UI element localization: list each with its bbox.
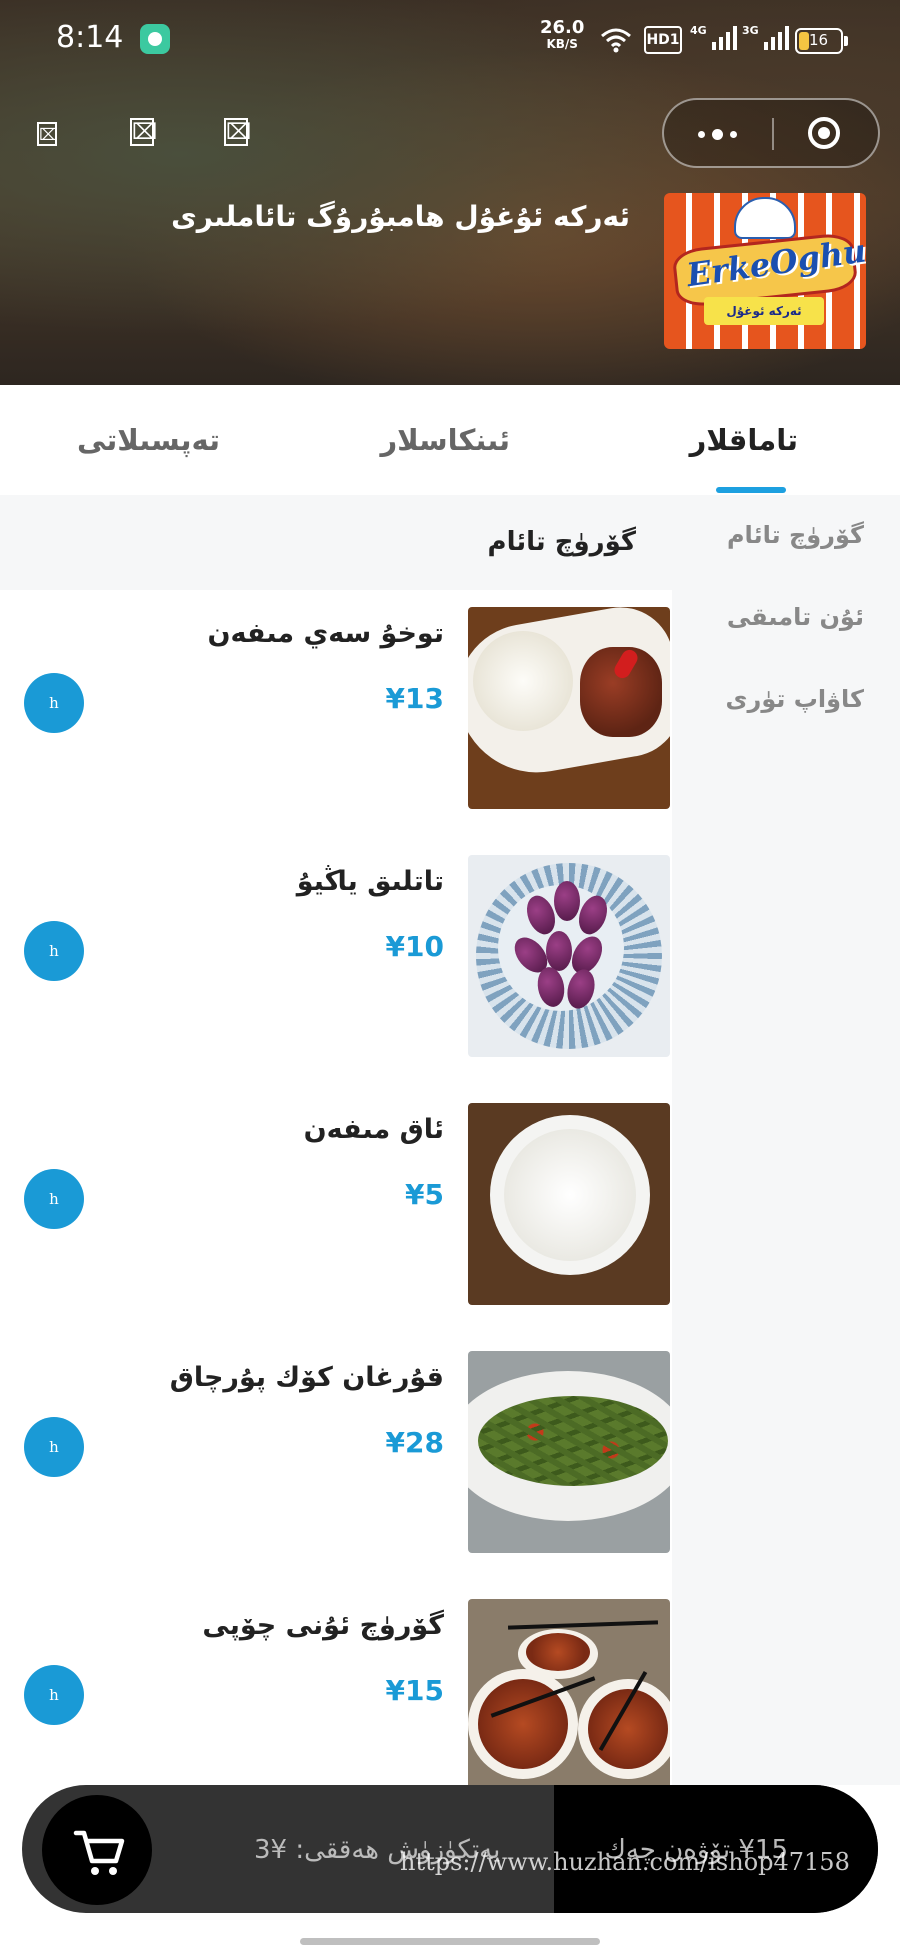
list-item[interactable]: ئاق مىفەن ¥5 h (0, 1086, 672, 1305)
active-tab-indicator (716, 487, 786, 493)
wifi-icon (600, 24, 634, 56)
product-image[interactable] (468, 1351, 670, 1553)
product-image[interactable] (468, 607, 670, 809)
add-to-cart-button[interactable]: h (24, 673, 84, 733)
exit-miniprogram-icon[interactable] (808, 117, 840, 149)
more-icon[interactable] (698, 122, 758, 146)
network-speed-unit: KB/S (546, 37, 578, 51)
add-to-cart-button[interactable]: h (24, 1665, 84, 1725)
category-rice[interactable]: گۆرۈچ تائام (727, 521, 864, 549)
product-image[interactable] (468, 855, 670, 1057)
watermark: https://www.huzhan.com/ishop47158 (400, 1848, 850, 1876)
product-price: ¥13 (385, 682, 444, 715)
list-item[interactable]: تاتلىق ياڭيۇ ¥10 h (0, 838, 672, 1057)
product-name: گۆرۈچ ئۇنى چۆپى (202, 1610, 444, 1641)
cart-button[interactable] (42, 1795, 152, 1905)
chef-hat-icon (734, 197, 796, 239)
product-name: تاتلىق ياڭيۇ (296, 866, 444, 897)
logo-subtext: ئەركە ئوغۇل (704, 297, 824, 325)
hd-icon: HD1 (644, 26, 682, 54)
list-item[interactable]: توخۇ سەي مىفەن ¥13 h (0, 590, 672, 809)
add-to-cart-button[interactable]: h (24, 1169, 84, 1229)
miniprogram-capsule (662, 98, 880, 168)
product-name: قۇرغان كۆك پۇرچاق (169, 1362, 444, 1393)
category-noodles[interactable]: ئۇن تامىقى (727, 603, 864, 631)
tab-bar: تاماقلار ئىنكاسلار تەپسىلاتى (0, 385, 900, 496)
list-item[interactable]: گۆرۈچ ئۇنى چۆپى ¥15 h (0, 1582, 672, 1785)
cart-icon (73, 1830, 125, 1875)
product-list: گۆرۈچ تائام توخۇ سەي مىفەن ¥13 h تاتلىق … (0, 495, 672, 1785)
add-to-cart-button[interactable]: h (24, 1417, 84, 1477)
product-price: ¥5 (405, 1178, 444, 1211)
add-to-cart-button[interactable]: h (24, 921, 84, 981)
home-indicator[interactable] (300, 1938, 600, 1945)
tab-menu[interactable]: تاماقلار (690, 423, 798, 457)
signal-4g-icon: 4G (690, 24, 737, 50)
product-name: توخۇ سەي مىفەن (207, 618, 444, 649)
battery-level: 16 (809, 31, 829, 49)
product-name: ئاق مىفەن (303, 1114, 444, 1145)
capsule-divider (772, 118, 774, 150)
category-header: گۆرۈچ تائام (0, 495, 672, 590)
status-bar: 8:14 26.0 KB/S HD1 4G 3G 16 (0, 0, 900, 80)
signal-4g-label: 4G (690, 24, 707, 37)
nav-back-icon[interactable]: ⌧ (130, 118, 157, 146)
shop-header: 8:14 26.0 KB/S HD1 4G 3G 16 ⌧ ⌧ ⌧ ئەركە … (0, 0, 900, 385)
category-kebab[interactable]: كاۋاپ تۈرى (726, 685, 864, 713)
product-price: ¥15 (385, 1674, 444, 1707)
network-speed: 26.0 KB/S (540, 17, 585, 52)
chat-app-icon (140, 24, 170, 54)
nav-close-icon[interactable]: ⌧ (37, 122, 57, 146)
category-header-title: گۆرۈچ تائام (487, 527, 636, 557)
status-time: 8:14 (56, 20, 124, 55)
nav-home-icon[interactable]: ⌧ (224, 118, 251, 146)
battery-icon: 16 (795, 28, 848, 54)
network-speed-value: 26.0 (540, 17, 585, 38)
category-sidebar: گۆرۈچ تائام ئۇن تامىقى كاۋاپ تۈرى (672, 495, 900, 1785)
tab-details[interactable]: تەپسىلاتى (77, 423, 220, 457)
product-price: ¥10 (385, 930, 444, 963)
shop-logo: ErkeOghul ئەركە ئوغۇل (664, 193, 866, 349)
signal-3g-label: 3G (742, 24, 759, 37)
product-price: ¥28 (385, 1426, 444, 1459)
product-image[interactable] (468, 1103, 670, 1305)
list-item[interactable]: قۇرغان كۆك پۇرچاق ¥28 h (0, 1334, 672, 1553)
signal-3g-icon: 3G (742, 24, 789, 50)
tab-reviews[interactable]: ئىنكاسلار (380, 423, 510, 457)
product-image[interactable] (468, 1599, 670, 1785)
shop-name: ئەركە ئۇغۇل هامبۇرۇگ تائاملىرى (171, 200, 630, 233)
